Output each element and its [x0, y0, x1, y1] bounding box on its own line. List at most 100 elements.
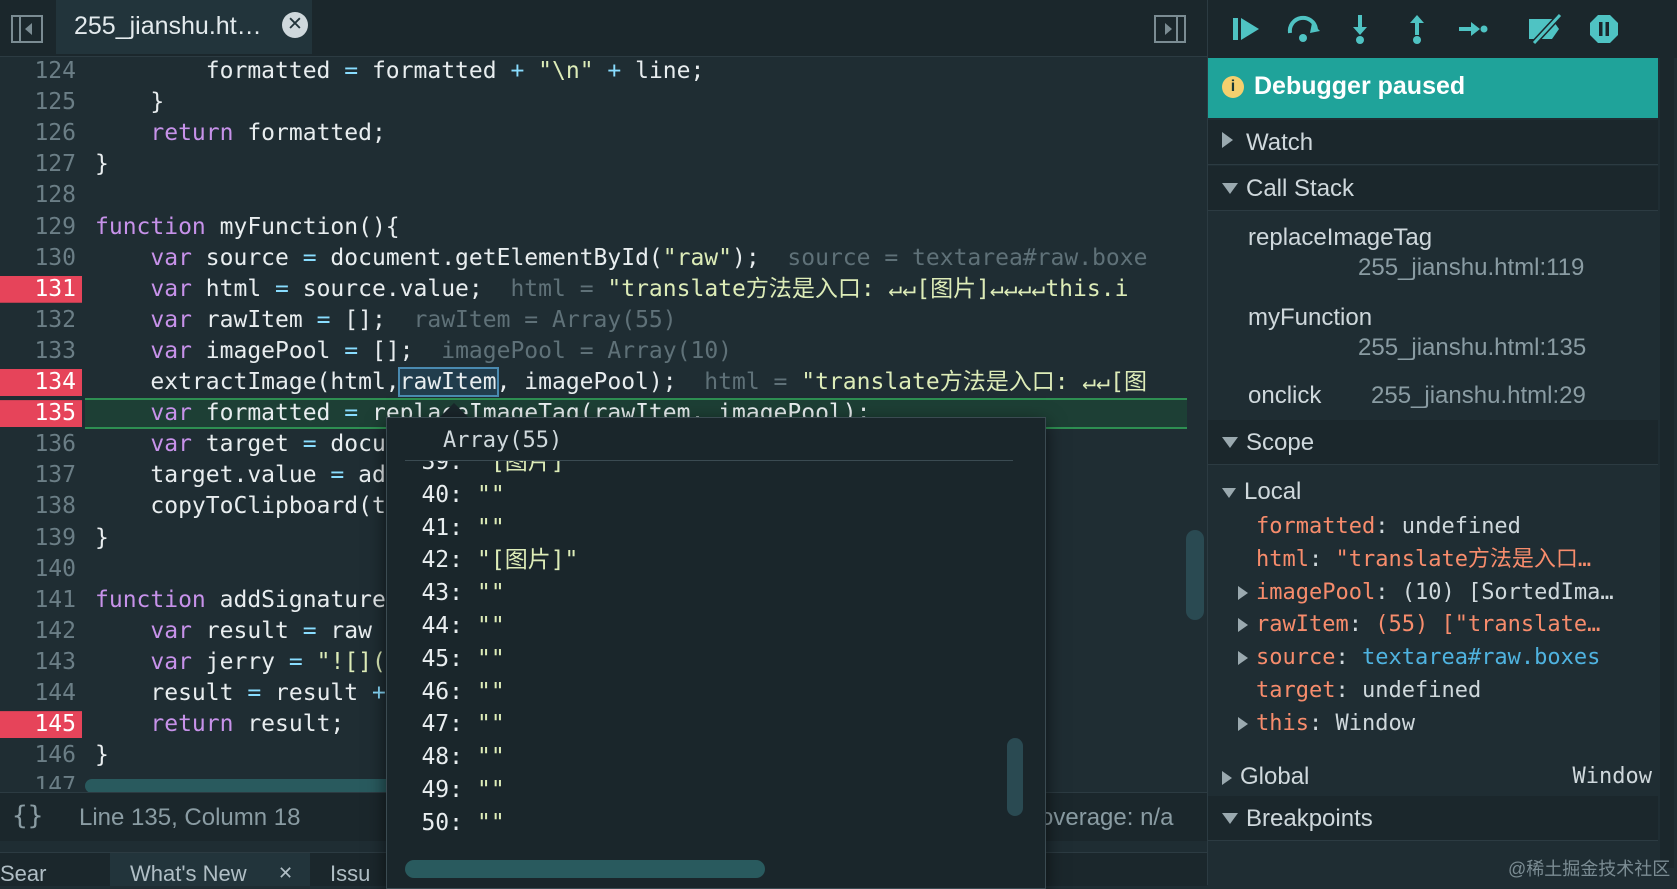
code-line: 133 var imagePool = []; imagePool = Arra… [0, 336, 1187, 367]
call-frame-name[interactable]: onclick [1248, 382, 1321, 410]
line-number[interactable]: 136 [30, 429, 76, 460]
line-number[interactable]: 132 [30, 305, 76, 336]
horizontal-scrollbar[interactable] [85, 779, 415, 793]
pretty-print-icon[interactable]: {} [12, 801, 43, 831]
call-frame-location[interactable]: 255_jianshu.html:29 [1371, 382, 1586, 410]
toggle-debugger-icon[interactable] [1153, 14, 1187, 44]
scope-variable[interactable]: formatted: undefined [1238, 511, 1521, 543]
line-number[interactable]: 143 [30, 647, 76, 678]
line-gutter[interactable]: 142 [0, 616, 90, 647]
line-number[interactable]: 127 [30, 149, 76, 180]
call-frame-location[interactable]: 255_jianshu.html:135 [1358, 334, 1586, 362]
variable-name: source [1256, 645, 1336, 671]
line-gutter[interactable]: 133 [0, 336, 90, 367]
variable-name: this [1256, 710, 1309, 736]
line-number[interactable]: 139 [30, 523, 76, 554]
step-over-icon[interactable] [1286, 13, 1320, 45]
scope-variable[interactable]: this: Window [1238, 708, 1415, 740]
line-gutter[interactable]: 146 [0, 740, 90, 771]
line-number[interactable]: 144 [30, 678, 76, 709]
line-gutter[interactable]: 127 [0, 149, 90, 180]
line-number[interactable]: 134 [30, 367, 76, 398]
line-number[interactable]: 131 [30, 274, 76, 305]
tab-issues[interactable]: Issu [330, 861, 370, 887]
line-number[interactable]: 129 [30, 212, 76, 243]
line-gutter[interactable]: 143 [0, 647, 90, 678]
vertical-scrollbar[interactable] [1186, 530, 1204, 620]
scope-variable[interactable]: target: undefined [1238, 675, 1481, 707]
scope-variable[interactable]: imagePool: (10) [SortedIma… [1238, 577, 1614, 609]
pause-on-exceptions-icon[interactable] [1588, 13, 1620, 45]
scope-variable[interactable]: source: textarea#raw.boxes [1238, 642, 1600, 674]
breakpoint-marker[interactable]: 131 [0, 274, 90, 305]
deactivate-breakpoints-icon[interactable] [1526, 12, 1563, 46]
close-icon[interactable]: ✕ [278, 863, 293, 884]
scope-variable[interactable]: html: "translate方法是入口… [1238, 544, 1591, 576]
resume-icon[interactable] [1230, 13, 1262, 45]
line-number[interactable]: 141 [30, 585, 76, 616]
breakpoint-marker[interactable]: 134 [0, 367, 90, 398]
breakpoint-marker[interactable]: 135 [0, 398, 90, 429]
line-gutter[interactable]: 147 [0, 771, 90, 789]
line-number[interactable]: 125 [30, 87, 76, 118]
code-text: var imagePool = []; imagePool = Array(10… [150, 337, 733, 364]
tab-whats-new[interactable]: What's New ✕ [110, 853, 310, 886]
line-number[interactable]: 124 [30, 56, 76, 87]
call-frame-location[interactable]: 255_jianshu.html:119 [1358, 254, 1584, 282]
toggle-navigator-icon[interactable] [10, 14, 44, 44]
entry-index: 44: [421, 613, 463, 639]
close-icon[interactable]: ✕ [282, 12, 308, 38]
watch-label: Watch [1246, 129, 1314, 156]
file-tab[interactable]: 255_jianshu.ht… ✕ [56, 0, 312, 54]
line-gutter[interactable]: 136 [0, 429, 90, 460]
line-gutter[interactable]: 140 [0, 554, 90, 585]
line-gutter[interactable]: 129 [0, 212, 90, 243]
popup-vertical-scrollbar[interactable] [1007, 738, 1023, 816]
line-gutter[interactable]: 144 [0, 678, 90, 709]
breakpoints-section-header[interactable]: Breakpoints [1208, 796, 1658, 841]
watch-section-header[interactable]: Watch [1208, 120, 1658, 165]
line-number[interactable]: 147 [30, 771, 76, 789]
line-gutter[interactable]: 125 [0, 87, 90, 118]
line-number[interactable]: 133 [30, 336, 76, 367]
call-frame-name[interactable]: myFunction [1248, 304, 1372, 332]
global-scope-header[interactable]: Global Window [1222, 761, 1652, 793]
line-number[interactable]: 135 [30, 398, 76, 429]
line-number[interactable]: 145 [30, 709, 76, 740]
line-number[interactable]: 138 [30, 491, 76, 522]
sidebar-scrollbar[interactable] [1660, 58, 1674, 868]
step-out-icon[interactable] [1401, 13, 1433, 45]
line-number[interactable]: 126 [30, 118, 76, 149]
breakpoint-marker[interactable]: 145 [0, 709, 90, 740]
entry-index: 47: [421, 711, 463, 738]
call-frame-name[interactable]: replaceImageTag [1248, 224, 1432, 252]
line-gutter[interactable]: 138 [0, 491, 90, 522]
line-gutter[interactable]: 130 [0, 243, 90, 274]
scope-variable[interactable]: rawItem: (55) ["translate… [1238, 609, 1600, 641]
step-icon[interactable] [1456, 13, 1488, 45]
debugger-sidebar: i Debugger paused Watch Call Stack repla… [1207, 0, 1677, 885]
line-gutter[interactable]: 141 [0, 585, 90, 616]
call-stack-section-header[interactable]: Call Stack [1208, 166, 1658, 211]
line-number[interactable]: 142 [30, 616, 76, 647]
scope-section-header[interactable]: Scope [1208, 420, 1658, 465]
line-gutter[interactable]: 137 [0, 460, 90, 491]
scope-label: Scope [1246, 429, 1315, 456]
line-gutter[interactable]: 132 [0, 305, 90, 336]
value-preview-popup[interactable]: Array(55) 39: "[图片]" 40: "" 41: "" 42: "[图片]" 43… [386, 417, 1046, 889]
local-scope-header[interactable]: Local [1222, 476, 1301, 508]
line-gutter[interactable]: 124 [0, 56, 90, 87]
popup-horizontal-scrollbar[interactable] [405, 860, 765, 878]
step-into-icon[interactable] [1344, 13, 1376, 45]
line-gutter[interactable]: 139 [0, 523, 90, 554]
line-number[interactable]: 137 [30, 460, 76, 491]
line-gutter[interactable]: 126 [0, 118, 90, 149]
line-number[interactable]: 128 [30, 180, 76, 211]
paused-status: Debugger paused [1254, 72, 1466, 100]
line-number[interactable]: 130 [30, 243, 76, 274]
line-number[interactable]: 146 [30, 740, 76, 771]
entry-index: 41: [421, 514, 463, 541]
tab-search[interactable]: Sear [0, 861, 46, 887]
line-gutter[interactable]: 128 [0, 180, 90, 211]
line-number[interactable]: 140 [30, 554, 76, 585]
